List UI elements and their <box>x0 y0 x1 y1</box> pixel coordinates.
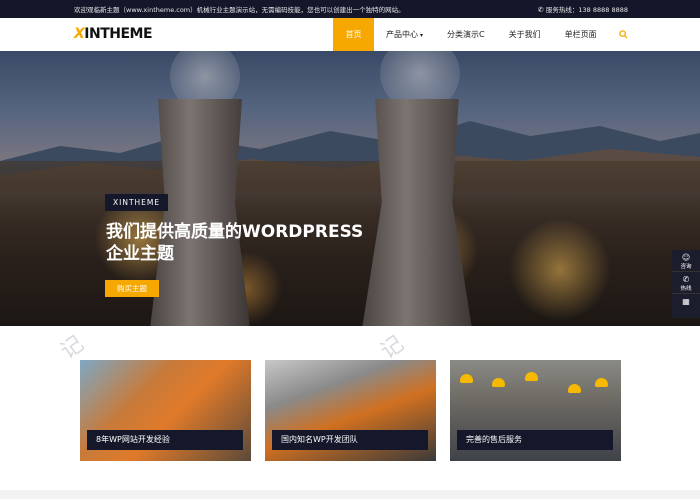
helmet-illustration <box>525 372 538 381</box>
helmet-illustration <box>492 378 505 387</box>
hero-title-line1: 我们提供高质量的WORDPRESS <box>106 222 364 242</box>
feature-card[interactable]: 国内知名WP开发团队 <box>265 360 436 461</box>
float-item-consult-label: 咨询 <box>680 264 692 270</box>
nav-item-single-page[interactable]: 单栏页面 <box>553 18 609 51</box>
float-item-hotline[interactable]: ✆ 热线 <box>672 272 700 294</box>
welcome-text: 欢迎观临新主题（www.xintheme.com）机械行业主题演示站，无需编码技… <box>74 6 405 14</box>
nav-item-products[interactable]: 产品中心 ▾ <box>374 18 435 51</box>
buy-theme-button[interactable]: 购买主题 <box>105 280 159 297</box>
helmet-illustration <box>568 384 581 393</box>
qrcode-icon: ▦ <box>682 297 690 306</box>
feature-card[interactable]: 完善的售后服务 <box>450 360 621 461</box>
chat-icon: ☺ <box>681 253 691 262</box>
feature-card[interactable]: 8年WP网站开发经验 <box>80 360 251 461</box>
hotline-text: 服务热线：138 8888 8888 <box>545 6 628 14</box>
main-nav: 首页 产品中心 ▾ 分类演示C 关于我们 单栏页面 <box>333 18 639 51</box>
helmet-illustration <box>595 378 608 387</box>
phone-icon: ✆ <box>537 6 544 14</box>
card-caption: 国内知名WP开发团队 <box>272 430 428 450</box>
search-icon[interactable] <box>609 18 639 51</box>
phone-icon: ✆ <box>682 275 690 284</box>
float-item-hotline-label: 热线 <box>680 286 692 292</box>
hero-title-line2: 企业主题 <box>106 244 174 264</box>
top-bar: 欢迎观临新主题（www.xintheme.com）机械行业主题演示站，无需编码技… <box>0 0 700 18</box>
helmet-illustration <box>460 374 473 383</box>
card-caption: 完善的售后服务 <box>457 430 613 450</box>
logo-x: X <box>74 26 85 42</box>
nav-item-products-label: 产品中心 <box>386 30 418 39</box>
site-header: XINTHEME 首页 产品中心 ▾ 分类演示C 关于我们 单栏页面 <box>0 18 700 51</box>
section-divider <box>0 490 700 499</box>
hero-tag: XINTHEME <box>105 194 169 211</box>
card-caption: 8年WP网站开发经验 <box>87 430 243 450</box>
hero-banner: XINTHEME 我们提供高质量的WORDPRESS 企业主题 购买主题 <box>0 51 700 326</box>
hero-title: 我们提供高质量的WORDPRESS 企业主题 <box>106 221 426 265</box>
chevron-down-icon: ▾ <box>420 32 424 39</box>
cooling-tower <box>150 99 250 326</box>
nav-item-category-demo[interactable]: 分类演示C <box>435 18 497 51</box>
nav-item-home[interactable]: 首页 <box>333 18 374 51</box>
site-logo[interactable]: XINTHEME <box>74 26 153 42</box>
nav-item-about[interactable]: 关于我们 <box>497 18 553 51</box>
logo-text: INTHEME <box>84 26 153 42</box>
float-item-qrcode[interactable]: ▦ <box>672 294 700 316</box>
hotline: ✆ 服务热线：138 8888 8888 <box>538 4 628 14</box>
floating-contact-bar: ☺ 咨询 ✆ 热线 ▦ <box>672 250 700 318</box>
float-item-consult[interactable]: ☺ 咨询 <box>672 250 700 272</box>
